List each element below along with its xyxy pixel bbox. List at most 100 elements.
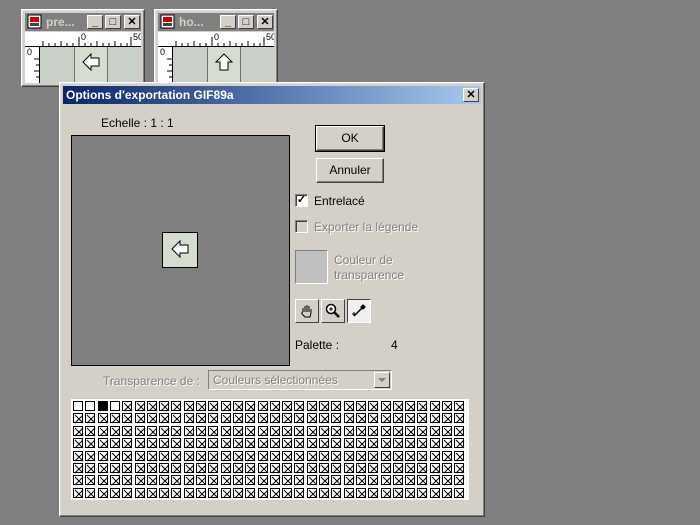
palette-swatch[interactable]	[319, 425, 330, 437]
palette-swatch[interactable]	[196, 475, 207, 486]
palette-swatch[interactable]	[85, 438, 96, 449]
palette-swatch[interactable]	[454, 487, 465, 499]
palette-swatch[interactable]	[73, 475, 84, 486]
palette-swatch[interactable]	[232, 438, 244, 449]
palette-swatch[interactable]	[454, 413, 465, 424]
palette-swatch[interactable]	[146, 475, 158, 486]
palette-swatch[interactable]	[245, 401, 256, 412]
palette-swatch[interactable]	[232, 475, 244, 486]
palette-swatch[interactable]	[392, 413, 404, 424]
document-window-2-titlebar[interactable]: ho... _ □ ✕	[158, 13, 274, 31]
palette-swatch[interactable]	[429, 463, 441, 474]
palette-swatch[interactable]	[97, 401, 108, 411]
palette-swatch[interactable]	[85, 475, 96, 486]
close-button[interactable]: ✕	[257, 15, 273, 29]
palette-swatch[interactable]	[282, 401, 293, 412]
document-window-1-titlebar[interactable]: pre... _ □ ✕	[25, 13, 141, 31]
palette-swatch[interactable]	[97, 475, 108, 486]
palette-swatch[interactable]	[417, 438, 428, 449]
palette-swatch[interactable]	[109, 463, 121, 474]
maximize-button[interactable]: □	[105, 15, 121, 29]
palette-swatch[interactable]	[306, 413, 318, 424]
palette-swatch[interactable]	[183, 413, 195, 424]
palette-swatch[interactable]	[159, 438, 170, 449]
palette-swatch[interactable]	[343, 425, 354, 437]
palette-swatch[interactable]	[294, 425, 305, 437]
palette-swatch[interactable]	[429, 401, 441, 412]
palette-swatch[interactable]	[171, 401, 182, 412]
palette-swatch[interactable]	[331, 401, 342, 412]
palette-swatch[interactable]	[208, 475, 219, 486]
palette-swatch[interactable]	[146, 438, 158, 449]
palette-swatch[interactable]	[159, 487, 170, 499]
palette-swatch[interactable]	[73, 450, 84, 461]
palette-swatch[interactable]	[220, 413, 231, 424]
palette-swatch[interactable]	[122, 438, 133, 449]
palette-swatch[interactable]	[269, 425, 281, 437]
palette-swatch[interactable]	[355, 487, 367, 499]
palette-swatch[interactable]	[208, 463, 219, 474]
palette-swatch[interactable]	[97, 438, 108, 449]
palette-swatch[interactable]	[355, 438, 367, 449]
palette-swatch[interactable]	[196, 463, 207, 474]
palette-swatch[interactable]	[109, 475, 121, 486]
palette-swatch[interactable]	[257, 450, 268, 461]
palette-swatch[interactable]	[343, 438, 354, 449]
palette-swatch[interactable]	[343, 401, 354, 412]
palette-swatch[interactable]	[392, 401, 404, 412]
palette-swatch[interactable]	[331, 463, 342, 474]
palette-swatch[interactable]	[146, 413, 158, 424]
palette-swatch[interactable]	[257, 425, 268, 437]
palette-swatch[interactable]	[306, 463, 318, 474]
palette-swatch[interactable]	[196, 425, 207, 437]
palette-swatch[interactable]	[405, 438, 416, 449]
palette-swatch[interactable]	[85, 487, 96, 499]
palette-swatch[interactable]	[306, 450, 318, 461]
document-canvas[interactable]	[173, 47, 274, 83]
palette-swatch[interactable]	[319, 475, 330, 486]
color-palette-grid[interactable]	[71, 399, 469, 500]
palette-swatch[interactable]	[122, 487, 133, 499]
palette-swatch[interactable]	[282, 450, 293, 461]
palette-swatch[interactable]	[392, 425, 404, 437]
palette-swatch[interactable]	[85, 450, 96, 461]
palette-swatch[interactable]	[122, 475, 133, 486]
document-canvas[interactable]	[40, 47, 141, 83]
palette-swatch[interactable]	[146, 463, 158, 474]
palette-swatch[interactable]	[109, 401, 120, 411]
palette-swatch[interactable]	[232, 401, 244, 412]
palette-swatch[interactable]	[146, 487, 158, 499]
palette-swatch[interactable]	[257, 401, 268, 412]
palette-swatch[interactable]	[183, 463, 195, 474]
cancel-button[interactable]: Annuler	[316, 158, 384, 183]
palette-swatch[interactable]	[171, 475, 182, 486]
palette-swatch[interactable]	[355, 450, 367, 461]
palette-swatch[interactable]	[368, 438, 379, 449]
palette-swatch[interactable]	[208, 450, 219, 461]
palette-swatch[interactable]	[405, 475, 416, 486]
transparency-from-select[interactable]: Couleurs sélectionnées	[208, 370, 392, 390]
palette-swatch[interactable]	[392, 475, 404, 486]
palette-swatch[interactable]	[282, 475, 293, 486]
palette-swatch[interactable]	[134, 475, 145, 486]
palette-swatch[interactable]	[343, 413, 354, 424]
palette-swatch[interactable]	[183, 487, 195, 499]
palette-swatch[interactable]	[442, 438, 453, 449]
palette-swatch[interactable]	[196, 450, 207, 461]
palette-swatch[interactable]	[220, 425, 231, 437]
palette-swatch[interactable]	[269, 463, 281, 474]
palette-swatch[interactable]	[368, 475, 379, 486]
palette-swatch[interactable]	[245, 438, 256, 449]
palette-swatch[interactable]	[294, 450, 305, 461]
palette-swatch[interactable]	[319, 413, 330, 424]
palette-swatch[interactable]	[109, 487, 121, 499]
palette-swatch[interactable]	[232, 450, 244, 461]
export-caption-checkbox[interactable]	[295, 220, 308, 233]
palette-swatch[interactable]	[343, 463, 354, 474]
palette-swatch[interactable]	[159, 425, 170, 437]
palette-swatch[interactable]	[245, 450, 256, 461]
dropdown-arrow[interactable]	[374, 372, 390, 388]
palette-swatch[interactable]	[245, 463, 256, 474]
palette-swatch[interactable]	[319, 438, 330, 449]
palette-swatch[interactable]	[380, 487, 391, 499]
